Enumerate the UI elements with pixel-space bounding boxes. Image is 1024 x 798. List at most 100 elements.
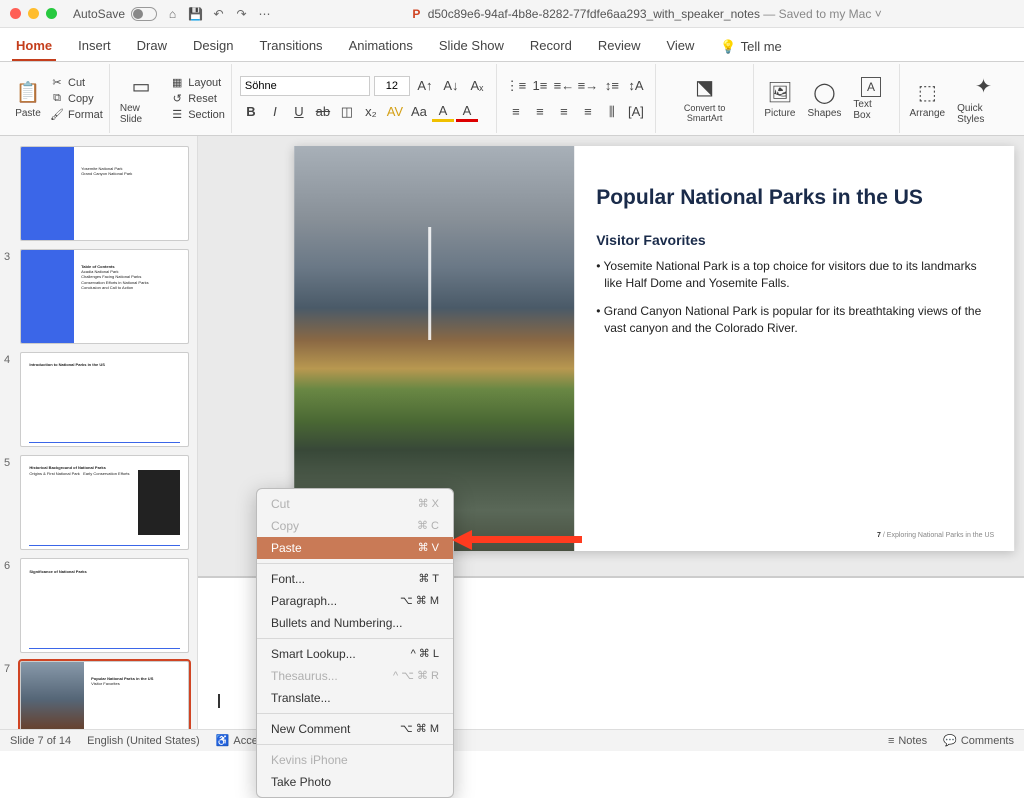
justify-icon[interactable]: ≡ (577, 102, 599, 122)
language-button[interactable]: English (United States) (87, 735, 200, 747)
shapes-button[interactable]: ◯Shapes (803, 76, 845, 121)
tab-record[interactable]: Record (526, 34, 576, 61)
menu-item-new-comment[interactable]: New Comment⌥ ⌘ M (257, 718, 453, 740)
tab-insert[interactable]: Insert (74, 34, 115, 61)
zoom-window-icon[interactable] (46, 8, 57, 19)
bullets-icon[interactable]: ⋮≡ (505, 76, 527, 96)
menu-item-paste[interactable]: Paste⌘ V (257, 537, 453, 559)
thumb-preview[interactable]: Significance of National Parks (20, 558, 189, 653)
picture-button[interactable]: 🖼Picture (760, 76, 799, 121)
indent-increase-icon[interactable]: ≡→ (577, 76, 599, 96)
thumb-preview[interactable]: Table of ContentsAcadia National ParkCha… (20, 249, 189, 344)
clear-format-icon[interactable]: Aₓ (466, 76, 488, 96)
decrease-font-icon[interactable]: A↓ (440, 76, 462, 96)
tab-transitions[interactable]: Transitions (255, 34, 326, 61)
format-painter-button[interactable]: 🖌Format (50, 107, 103, 123)
slide-counter[interactable]: Slide 7 of 14 (10, 735, 71, 747)
convert-smartart-button[interactable]: ⬔Convert to SmartArt (662, 72, 747, 126)
font-name-select[interactable] (240, 76, 370, 96)
tab-view[interactable]: View (662, 34, 698, 61)
tab-review[interactable]: Review (594, 34, 645, 61)
quick-styles-button[interactable]: ✦Quick Styles (953, 71, 1014, 127)
more-icon[interactable]: ⋯ (257, 6, 272, 21)
undo-icon[interactable]: ↶ (211, 6, 226, 21)
annotation-arrow (452, 530, 582, 548)
notes-icon: ≡ (888, 735, 894, 747)
slide-bullet[interactable]: • Yosemite National Park is a top choice… (596, 258, 992, 293)
notes-button[interactable]: ≡Notes (888, 735, 927, 747)
home-icon[interactable]: ⌂ (165, 6, 180, 21)
menu-item-take-photo[interactable]: Take Photo (257, 771, 453, 793)
slide-thumbnail-panel[interactable]: Yosemite National ParkGrand Canyon Natio… (0, 136, 198, 733)
save-icon[interactable]: 💾 (188, 6, 203, 21)
line-spacing-icon[interactable]: ↕≡ (601, 76, 623, 96)
align-center-icon[interactable]: ≡ (529, 102, 551, 122)
tab-animations[interactable]: Animations (345, 34, 417, 61)
subscript-icon[interactable]: x₂ (360, 102, 382, 122)
cut-button[interactable]: ✂Cut (50, 75, 103, 91)
align-left-icon[interactable]: ≡ (505, 102, 527, 122)
columns-icon[interactable]: ⫼ (601, 102, 623, 122)
section-button[interactable]: ☰Section (170, 107, 225, 123)
highlight-color-icon[interactable]: A (456, 102, 478, 122)
increase-font-icon[interactable]: A↑ (414, 76, 436, 96)
slide-text-area[interactable]: Popular National Parks in the US Visitor… (574, 146, 1014, 551)
tab-design[interactable]: Design (189, 34, 237, 61)
autosave-label: AutoSave (73, 7, 125, 21)
autosave-toggle[interactable] (131, 7, 157, 21)
slide-thumbnail[interactable]: 7Popular National Parks in the USVisitor… (0, 657, 197, 733)
thumb-preview[interactable]: Popular National Parks in the USVisitor … (20, 661, 189, 733)
font-size-select[interactable] (374, 76, 410, 96)
menu-item-shortcut: ⌘ T (418, 572, 439, 586)
underline-button[interactable]: U (288, 102, 310, 122)
thumb-preview[interactable]: Yosemite National ParkGrand Canyon Natio… (20, 146, 189, 241)
tab-draw[interactable]: Draw (133, 34, 171, 61)
menu-item-kevins-iphone: Kevins iPhone (257, 749, 453, 771)
clipboard-icon: 📋 (14, 78, 42, 106)
menu-item-shortcut: ⌘ X (418, 497, 439, 511)
numbering-icon[interactable]: 1≡ (529, 76, 551, 96)
text-direction-icon[interactable]: ↕A (625, 76, 647, 96)
chevron-down-icon[interactable]: ˅ (875, 7, 882, 21)
tab-home[interactable]: Home (12, 34, 56, 61)
align-right-icon[interactable]: ≡ (553, 102, 575, 122)
new-slide-button[interactable]: ▭New Slide (116, 71, 166, 127)
menu-item-translate[interactable]: Translate... (257, 687, 453, 709)
thumb-preview[interactable]: Introduction to National Parks in the US (20, 352, 189, 447)
indent-decrease-icon[interactable]: ≡← (553, 76, 575, 96)
layout-button[interactable]: ▦Layout (170, 75, 225, 91)
arrange-button[interactable]: ⬚Arrange (906, 76, 950, 121)
textbox-button[interactable]: AText Box (849, 75, 892, 123)
menu-item-paragraph[interactable]: Paragraph...⌥ ⌘ M (257, 590, 453, 612)
italic-button[interactable]: I (264, 102, 286, 122)
font-color-icon[interactable]: A (432, 102, 454, 122)
highlight-icon[interactable]: AV (384, 102, 406, 122)
menu-item-smart-lookup[interactable]: Smart Lookup...^ ⌘ L (257, 643, 453, 665)
redo-icon[interactable]: ↷ (234, 6, 249, 21)
slide-bullet[interactable]: • Grand Canyon National Park is popular … (596, 303, 992, 338)
slide-subtitle[interactable]: Visitor Favorites (596, 232, 992, 248)
slide-thumbnail[interactable]: 6Significance of National Parks (0, 554, 197, 657)
paste-button[interactable]: 📋Paste (10, 76, 46, 121)
menu-item-bullets-and-numbering[interactable]: Bullets and Numbering... (257, 612, 453, 634)
menu-item-label: Thesaurus... (271, 669, 338, 683)
reset-button[interactable]: ↺Reset (170, 91, 225, 107)
thumb-preview[interactable]: Historical Background of National ParksO… (20, 455, 189, 550)
tab-tellme[interactable]: 💡Tell me (716, 34, 785, 61)
bold-button[interactable]: B (240, 102, 262, 122)
slide-thumbnail[interactable]: Yosemite National ParkGrand Canyon Natio… (0, 142, 197, 245)
close-window-icon[interactable] (10, 8, 21, 19)
tab-slideshow[interactable]: Slide Show (435, 34, 508, 61)
slide-title[interactable]: Popular National Parks in the US (596, 186, 992, 210)
slide-thumbnail[interactable]: 3Table of ContentsAcadia National ParkCh… (0, 245, 197, 348)
menu-item-font[interactable]: Font...⌘ T (257, 568, 453, 590)
copy-button[interactable]: ⧉Copy (50, 91, 103, 107)
strike-button[interactable]: ab (312, 102, 334, 122)
comments-button[interactable]: 💬Comments (943, 734, 1014, 747)
change-case-icon[interactable]: Aa (408, 102, 430, 122)
minimize-window-icon[interactable] (28, 8, 39, 19)
slide-thumbnail[interactable]: 4Introduction to National Parks in the U… (0, 348, 197, 451)
slide-thumbnail[interactable]: 5Historical Background of National Parks… (0, 451, 197, 554)
align-text-icon[interactable]: [A] (625, 102, 647, 122)
shadow-icon[interactable]: ◫ (336, 102, 358, 122)
